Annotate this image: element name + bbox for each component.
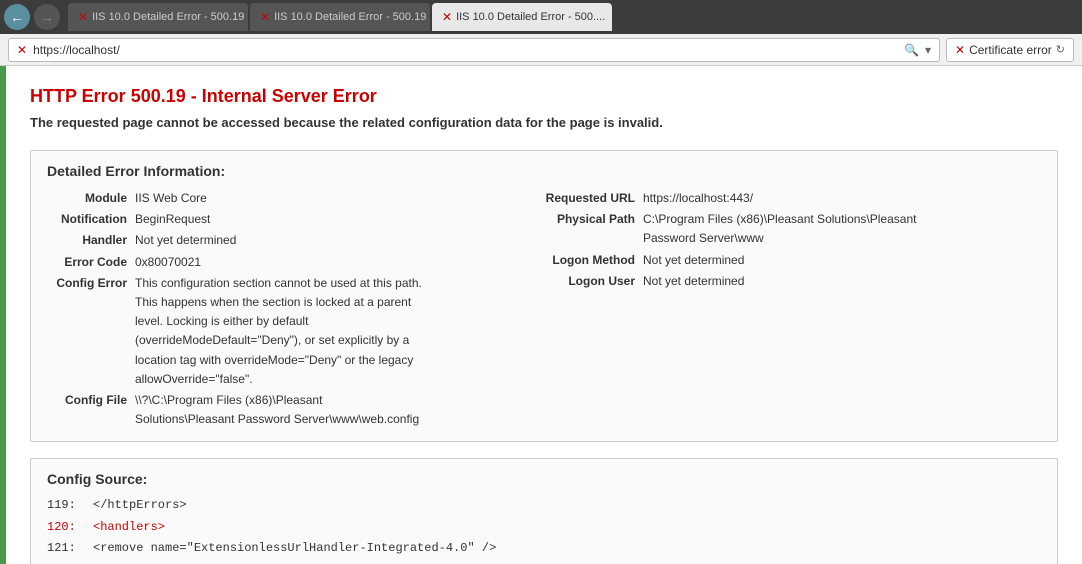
detail-row-config-file: Config File \\?\C:\Program Files (x86)\P… <box>47 391 425 429</box>
error-title: HTTP Error 500.19 - Internal Server Erro… <box>30 86 1058 107</box>
cert-error-label: Certificate error <box>969 43 1052 57</box>
cert-error-icon: ✕ <box>955 43 965 57</box>
detail-row-logon-user: Logon User Not yet determined <box>525 272 963 291</box>
detail-row-requested-url: Requested URL https://localhost:443/ <box>525 189 963 208</box>
page-wrapper: HTTP Error 500.19 - Internal Server Erro… <box>0 66 1082 564</box>
tab-bar: ← → ✕ IIS 10.0 Detailed Error - 500.19 .… <box>0 0 1082 34</box>
label-notification: Notification <box>47 210 127 229</box>
tab-3-label: IIS 10.0 Detailed Error - 500.... <box>456 11 605 23</box>
tab-2-icon: ✕ <box>260 10 270 24</box>
value-logon-method: Not yet determined <box>643 251 744 270</box>
detail-row-error-code: Error Code 0x80070021 <box>47 253 425 272</box>
value-error-code: 0x80070021 <box>135 253 201 272</box>
address-bar[interactable]: ✕ https://localhost/ 🔍 ▾ <box>8 38 940 62</box>
line-code-120: <handlers> <box>93 517 165 539</box>
value-handler: Not yet determined <box>135 231 236 250</box>
detail-row-config-error: Config Error This configuration section … <box>47 274 425 389</box>
label-config-file: Config File <box>47 391 127 429</box>
label-logon-method: Logon Method <box>525 251 635 270</box>
cert-error-button[interactable]: ✕ Certificate error ↻ <box>946 38 1074 62</box>
value-config-error: This configuration section cannot be use… <box>135 274 425 389</box>
value-config-file: \\?\C:\Program Files (x86)\Pleasant Solu… <box>135 391 425 429</box>
back-button[interactable]: ← <box>4 4 30 30</box>
label-config-error: Config Error <box>47 274 127 389</box>
detail-row-physical-path: Physical Path C:\Program Files (x86)\Ple… <box>525 210 963 248</box>
label-requested-url: Requested URL <box>525 189 635 208</box>
address-bar-row: ✕ https://localhost/ 🔍 ▾ ✕ Certificate e… <box>0 34 1082 66</box>
dropdown-icon: ▾ <box>925 43 931 57</box>
value-physical-path: C:\Program Files (x86)\Pleasant Solution… <box>643 210 963 248</box>
error-subtitle: The requested page cannot be accessed be… <box>30 115 1058 130</box>
value-requested-url: https://localhost:443/ <box>643 189 753 208</box>
detail-row-handler: Handler Not yet determined <box>47 231 425 250</box>
search-icon: 🔍 <box>904 43 919 57</box>
page-content: HTTP Error 500.19 - Internal Server Erro… <box>6 66 1082 564</box>
green-border <box>0 66 6 564</box>
detail-table: Module IIS Web Core Notification BeginRe… <box>47 189 1041 429</box>
detail-row-module: Module IIS Web Core <box>47 189 425 208</box>
detail-left-col: Module IIS Web Core Notification BeginRe… <box>47 189 425 429</box>
tab-1-icon: ✕ <box>78 10 88 24</box>
line-num-121: 121: <box>47 538 77 560</box>
line-code-121: <remove name="ExtensionlessUrlHandler-In… <box>93 538 496 560</box>
value-module: IIS Web Core <box>135 189 207 208</box>
label-logon-user: Logon User <box>525 272 635 291</box>
detail-row-logon-method: Logon Method Not yet determined <box>525 251 963 270</box>
label-error-code: Error Code <box>47 253 127 272</box>
code-line-121: 121: <remove name="ExtensionlessUrlHandl… <box>47 538 1041 560</box>
code-line-120: 120: <handlers> <box>47 517 1041 539</box>
tab-2[interactable]: ✕ IIS 10.0 Detailed Error - 500.19 ... <box>250 3 430 31</box>
config-source-box: Config Source: 119: </httpErrors> 120: <… <box>30 458 1058 564</box>
label-handler: Handler <box>47 231 127 250</box>
code-line-119: 119: </httpErrors> <box>47 495 1041 517</box>
page-favicon: ✕ <box>17 43 27 57</box>
code-block: 119: </httpErrors> 120: <handlers> 121: … <box>47 495 1041 560</box>
forward-button[interactable]: → <box>34 4 60 30</box>
detail-right-col: Requested URL https://localhost:443/ Phy… <box>525 189 963 429</box>
line-num-120: 120: <box>47 517 77 539</box>
detailed-error-box: Detailed Error Information: Module IIS W… <box>30 150 1058 442</box>
tab-3-icon: ✕ <box>442 10 452 24</box>
value-notification: BeginRequest <box>135 210 210 229</box>
tab-1-label: IIS 10.0 Detailed Error - 500.19 ... <box>92 11 248 23</box>
cert-refresh-icon: ↻ <box>1056 43 1065 56</box>
browser-window: ← → ✕ IIS 10.0 Detailed Error - 500.19 .… <box>0 0 1082 564</box>
tab-1[interactable]: ✕ IIS 10.0 Detailed Error - 500.19 ... <box>68 3 248 31</box>
detailed-error-title: Detailed Error Information: <box>47 163 1041 179</box>
label-physical-path: Physical Path <box>525 210 635 248</box>
line-code-119: </httpErrors> <box>93 495 187 517</box>
line-num-119: 119: <box>47 495 77 517</box>
value-logon-user: Not yet determined <box>643 272 744 291</box>
config-source-title: Config Source: <box>47 471 1041 487</box>
address-text: https://localhost/ <box>33 43 120 57</box>
detail-row-notification: Notification BeginRequest <box>47 210 425 229</box>
tab-2-label: IIS 10.0 Detailed Error - 500.19 ... <box>274 11 430 23</box>
nav-buttons: ← → <box>4 4 60 30</box>
tab-3[interactable]: ✕ IIS 10.0 Detailed Error - 500.... ✕ <box>432 3 612 31</box>
label-module: Module <box>47 189 127 208</box>
